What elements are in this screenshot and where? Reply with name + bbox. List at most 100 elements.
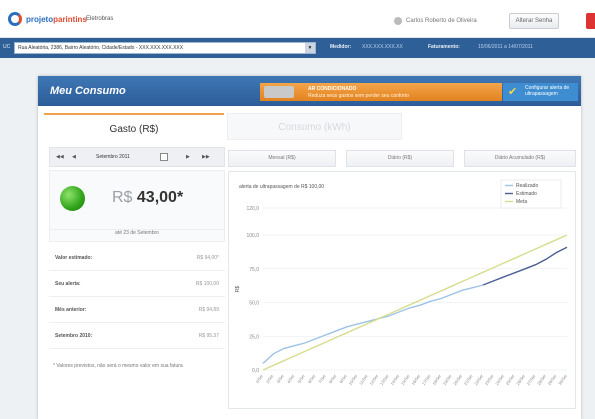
user-name: Carlos Roberto de Oliveira <box>406 18 477 24</box>
consumption-chart: alerta de ultrapassagem de R$ 100,00 R$ 0,… <box>235 179 568 386</box>
chevron-down-icon[interactable]: ▼ <box>305 43 315 53</box>
info-row: Mês anterior: R$ 94,89 <box>49 297 225 323</box>
amount-date-note: até 23 de Setembro <box>49 230 225 242</box>
chart-container: alerta de ultrapassagem de R$ 100,00 R$ 0,… <box>228 171 576 409</box>
info-label: Valor estimado: <box>55 255 93 261</box>
logo-text: projetoparintins <box>26 14 87 24</box>
currency-symbol: R$ <box>112 189 133 206</box>
ac-banner-subtitle: Reduza seus gastos sem perder seu confor… <box>308 93 409 99</box>
x-tick-label: 5/Set <box>296 373 306 384</box>
footnote: * Valores previstos, não será o mesmo va… <box>53 363 183 369</box>
meter-value: XXX.XXX.XXX.XX <box>362 44 403 50</box>
chart-panel: Mensal (R$) Diário (R$) Diário Acumulado… <box>228 147 576 409</box>
next-month-button[interactable]: ▶ <box>186 154 190 160</box>
x-tick-label: 8/Set <box>328 373 338 384</box>
logo[interactable]: projetoparintins <box>8 12 87 26</box>
y-tick-label: 120,0 <box>246 206 259 212</box>
status-indicator-icon <box>60 186 85 211</box>
x-tick-label: 27/Set <box>526 373 537 386</box>
y-tick-label: 75,0 <box>249 267 259 273</box>
info-value: R$ 94,89 <box>198 307 219 313</box>
x-tick-label: 2/Set <box>265 373 275 384</box>
info-value: R$ 95,37 <box>198 333 219 339</box>
tab-daily[interactable]: Diário (R$) <box>346 150 454 167</box>
x-tick-label: 13/Set <box>379 373 390 386</box>
x-tick-label: 6/Set <box>307 373 317 384</box>
info-row: Seu alerta: R$ 100,00 <box>49 271 225 297</box>
x-tick-label: 20/Set <box>452 373 463 386</box>
calendar-icon[interactable] <box>160 153 168 161</box>
info-label: Setembro 2010: <box>55 333 93 339</box>
x-tick-label: 25/Set <box>505 373 516 386</box>
legend-label: Estimado <box>516 191 537 197</box>
info-value: R$ 100,00 <box>195 281 219 287</box>
series-line-realizado <box>262 284 484 364</box>
info-label: Mês anterior: <box>55 307 87 313</box>
x-tick-label: 11/Set <box>358 373 369 386</box>
summary-panel: ◀◀ ◀ Setembro 2011 ▶ ▶▶ R$ 43,00* até 23… <box>49 147 225 409</box>
y-tick-label: 100,0 <box>246 233 259 239</box>
tab-consumo[interactable]: Consumo (kWh) <box>227 113 402 140</box>
configure-alert-label: Configurar alerta de ultrapassagem <box>525 85 570 97</box>
x-tick-label: 24/Set <box>494 373 505 386</box>
ac-banner[interactable]: AR CONDICIONADO Reduza seus gastos sem p… <box>260 83 502 101</box>
user-icon <box>394 17 402 25</box>
tab-monthly[interactable]: Mensal (R$) <box>228 150 336 167</box>
x-tick-label: 10/Set <box>347 373 358 386</box>
legend-label: Meta <box>516 199 527 205</box>
x-tick-label: 16/Set <box>410 373 421 386</box>
info-row: Valor estimado: R$ 94,00* <box>49 245 225 271</box>
x-tick-label: 21/Set <box>463 373 474 386</box>
legend-label: Realizado <box>516 183 538 189</box>
ac-banner-title: AR CONDICIONADO <box>308 86 357 92</box>
month-label: Setembro 2011 <box>96 154 130 160</box>
y-tick-label: 0,0 <box>252 368 259 374</box>
x-tick-label: 15/Set <box>400 373 411 386</box>
x-tick-label: 14/Set <box>389 373 400 386</box>
spending-gauge: R$ 43,00* <box>49 170 225 230</box>
brand-subtitle: Eletrobras <box>86 16 114 22</box>
x-tick-label: 7/Set <box>317 373 327 384</box>
configure-alert-button[interactable]: ✔ Configurar alerta de ultrapassagem <box>503 83 578 101</box>
uc-label: UC <box>3 44 11 50</box>
address-bar: UC Rua Aleatória, 2386, Bairro Aleatório… <box>0 38 595 58</box>
logout-button[interactable] <box>586 13 595 29</box>
x-tick-label: 1/Set <box>254 373 264 384</box>
tab-gasto[interactable]: Gasto (R$) <box>44 113 224 144</box>
info-value: R$ 94,00* <box>196 255 219 261</box>
tab-daily-cumulative[interactable]: Diário Acumulado (R$) <box>464 150 576 167</box>
address-select[interactable]: Rua Aleatória, 2386, Bairro Aleatório, C… <box>14 42 316 54</box>
chart-title: alerta de ultrapassagem de R$ 100,00 <box>239 184 324 190</box>
x-tick-label: 19/Set <box>442 373 453 386</box>
amount: R$ 43,00* <box>112 189 183 207</box>
billing-label: Faturamento: <box>428 44 460 50</box>
prev-month-button[interactable]: ◀ <box>72 154 76 160</box>
amount-value: 43,00* <box>136 189 184 206</box>
x-tick-label: 22/Set <box>473 373 484 386</box>
x-tick-label: 29/Set <box>547 373 558 386</box>
x-tick-label: 28/Set <box>536 373 547 386</box>
billing-value: 15/06/2011 a 14/07/2011 <box>478 44 533 50</box>
month-navigator: ◀◀ ◀ Setembro 2011 ▶ ▶▶ <box>49 147 225 167</box>
meter-label: Medidor: <box>330 44 352 50</box>
info-label: Seu alerta: <box>55 281 81 287</box>
logo-icon <box>8 12 22 26</box>
x-tick-label: 3/Set <box>275 373 285 384</box>
first-month-button[interactable]: ◀◀ <box>56 154 64 160</box>
x-tick-label: 23/Set <box>484 373 495 386</box>
card-header: Meu Consumo AR CONDICIONADO Reduza seus … <box>38 76 581 106</box>
x-tick-label: 12/Set <box>368 373 379 386</box>
y-axis-label: R$ <box>235 286 241 293</box>
consumption-card: Meu Consumo AR CONDICIONADO Reduza seus … <box>38 76 581 419</box>
chart-subtabs: Mensal (R$) Diário (R$) Diário Acumulado… <box>228 150 576 167</box>
address-value: Rua Aleatória, 2386, Bairro Aleatório, C… <box>18 45 184 51</box>
y-tick-label: 25,0 <box>249 334 259 340</box>
x-tick-label: 4/Set <box>286 373 296 384</box>
y-tick-label: 50,0 <box>249 301 259 307</box>
x-tick-label: 30/Set <box>557 373 568 386</box>
x-tick-label: 26/Set <box>515 373 526 386</box>
air-conditioner-icon <box>264 86 294 98</box>
change-password-button[interactable]: Alterar Senha <box>509 13 559 29</box>
last-month-button[interactable]: ▶▶ <box>202 154 210 160</box>
info-row: Setembro 2010: R$ 95,37 <box>49 323 225 349</box>
